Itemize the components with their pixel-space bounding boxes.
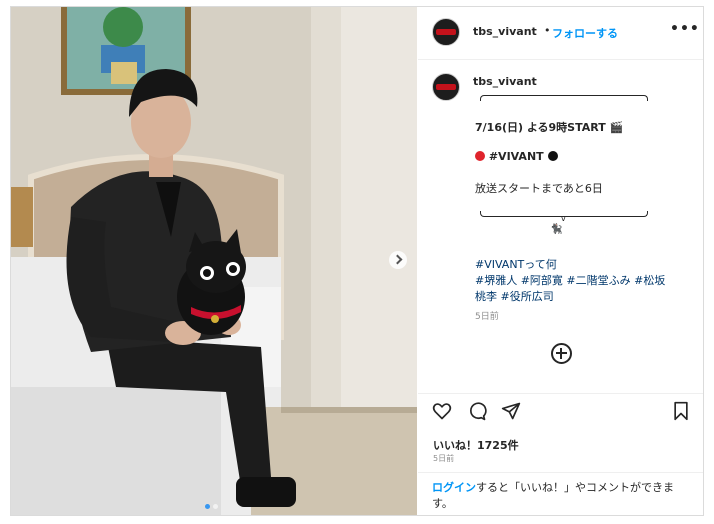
red-circle-icon (475, 151, 485, 161)
carousel-dots (205, 494, 221, 513)
vivant-logo (436, 29, 456, 35)
cat-emoji: 🐈‍⬛ (550, 224, 563, 235)
divider (418, 472, 703, 473)
separator-dot: • (544, 24, 551, 37)
caption-avatar[interactable] (432, 73, 460, 101)
post-header: tbs_vivant • フォローする ••• (418, 7, 703, 60)
caption-username[interactable]: tbs_vivant (473, 75, 537, 88)
comment-icon[interactable] (467, 401, 487, 421)
hashtag-line-2[interactable]: #堺雅人 #阿部寛 #二階堂ふみ #松坂 (475, 274, 665, 287)
carousel-dot-active (205, 504, 210, 509)
header-username[interactable]: tbs_vivant (473, 25, 537, 38)
bookmark-icon[interactable] (671, 401, 691, 421)
post-photo[interactable] (11, 7, 417, 515)
add-comment-icon[interactable] (551, 343, 572, 364)
carousel-dot (213, 504, 218, 509)
like-count[interactable]: いいね！1725件 (433, 437, 519, 453)
post-panel: tbs_vivant • フォローする ••• tbs_vivant 7/16(… (418, 7, 703, 515)
post-time: 5日前 (433, 454, 455, 463)
divider (418, 393, 703, 394)
caption-line-hashtag: #VIVANT (475, 150, 558, 163)
hashtag-line-1[interactable]: #VIVANTって何 (475, 258, 557, 271)
caption-line-date: 7/16(日) よる9時START 🎬 (475, 121, 624, 134)
vivant-logo (436, 84, 456, 90)
caption-time: 5日前 (475, 312, 499, 322)
caption-hashtags: #VIVANTって何 #堺雅人 #阿部寛 #二階堂ふみ #松坂 桃李 #役所広司 (475, 257, 690, 305)
brace-top (480, 95, 648, 101)
hashtag-line-3[interactable]: 桃李 #役所広司 (475, 290, 554, 303)
caption-line-countdown: 放送スタートまであと6日 (475, 182, 603, 195)
next-image-button[interactable] (389, 251, 407, 269)
login-link[interactable]: ログイン (432, 481, 476, 494)
black-circle-icon (547, 151, 558, 161)
caption-vivant-hashtag[interactable]: #VIVANT (489, 150, 544, 163)
heart-icon[interactable] (432, 401, 452, 421)
more-options-icon[interactable]: ••• (670, 21, 700, 37)
share-icon[interactable] (501, 401, 521, 421)
brace-mark: v (561, 214, 566, 223)
login-prompt: ログインすると「いいね！」やコメントができます。 (432, 480, 692, 512)
avatar[interactable] (432, 18, 460, 46)
follow-button[interactable]: フォローする (552, 25, 618, 41)
